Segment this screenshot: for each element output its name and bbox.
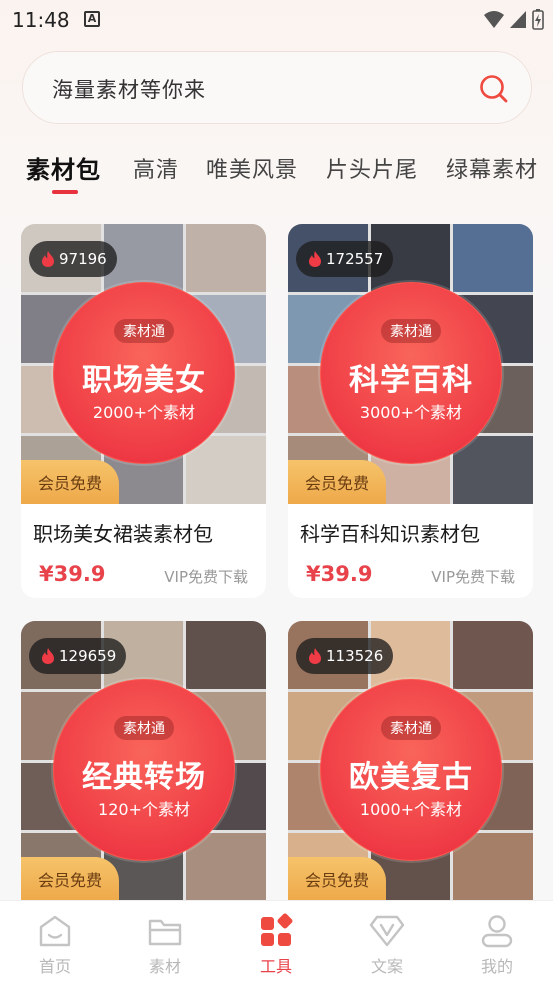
tools-icon	[261, 913, 293, 946]
nav-material[interactable]: 素材	[110, 901, 220, 984]
pack-count: 3000+个素材	[359, 403, 463, 422]
notification-icon: A	[84, 11, 100, 27]
pack-count: 1000+个素材	[359, 800, 463, 819]
fire-icon	[309, 251, 321, 267]
pack-tag: 素材通	[114, 716, 174, 740]
status-time: 11:48	[12, 8, 70, 32]
vip-download-label: VIP免费下载	[164, 568, 248, 586]
pack-circle: 素材通 欧美复古 1000+个素材	[320, 679, 502, 861]
hot-count: 113526	[326, 647, 384, 665]
pack-title: 经典转场	[82, 760, 206, 795]
signal-icon	[510, 11, 526, 28]
nav-label-copywriting: 文案	[370, 957, 403, 976]
nav-label-profile: 我的	[480, 957, 513, 976]
search-icon[interactable]	[479, 74, 509, 104]
member-free-badge: 会员免费	[21, 460, 119, 504]
nav-profile[interactable]: 我的	[442, 901, 552, 984]
search-placeholder: 海量素材等你来	[52, 78, 206, 102]
hot-count-badge: 97196	[29, 241, 117, 277]
pack-circle: 素材通 职场美女 2000+个素材	[53, 282, 235, 464]
hot-count: 97196	[59, 250, 107, 268]
tab-material-pack[interactable]: 素材包	[26, 150, 101, 185]
nav-label-tools: 工具	[259, 957, 292, 976]
pack-tag: 素材通	[381, 319, 441, 343]
card-price: ¥39.9	[306, 562, 373, 586]
folder-icon	[148, 919, 182, 946]
pack-circle: 素材通 科学百科 3000+个素材	[320, 282, 502, 464]
profile-icon	[481, 915, 513, 948]
category-tabs: 素材包 高清 唯美风景 片头片尾 绿幕素材	[0, 150, 553, 200]
status-icons	[483, 8, 545, 30]
hot-count-badge: 113526	[296, 638, 394, 674]
member-free-badge: 会员免费	[288, 460, 386, 504]
nav-copywriting[interactable]: 文案	[332, 901, 442, 984]
card-cover: 113526 素材通 欧美复古 1000+个素材 会员免费	[288, 621, 533, 901]
hot-count: 172557	[326, 250, 384, 268]
fire-icon	[42, 251, 54, 267]
card-title: 职场美女裙装素材包	[33, 522, 213, 546]
pack-tag: 素材通	[381, 716, 441, 740]
tab-scenery[interactable]: 唯美风景	[206, 152, 298, 184]
pack-tag: 素材通	[114, 319, 174, 343]
fire-icon	[42, 648, 54, 664]
vip-download-label: VIP免费下载	[431, 568, 515, 586]
battery-icon	[532, 9, 544, 30]
material-card[interactable]: 172557 素材通 科学百科 3000+个素材 会员免费 科学百科知识素材包 …	[288, 224, 533, 598]
tab-active-indicator	[52, 190, 78, 194]
fire-icon	[309, 648, 321, 664]
card-title: 科学百科知识素材包	[300, 522, 480, 546]
search-bar[interactable]: 海量素材等你来	[22, 51, 532, 124]
pack-title: 欧美复古	[349, 760, 473, 795]
nav-label-material: 素材	[148, 957, 181, 976]
pack-title: 职场美女	[82, 363, 206, 398]
nav-label-home: 首页	[38, 957, 71, 976]
wifi-icon	[484, 11, 504, 28]
card-price: ¥39.9	[39, 562, 106, 586]
nav-home[interactable]: 首页	[0, 901, 110, 984]
pack-count: 2000+个素材	[92, 403, 196, 422]
hot-count-badge: 172557	[296, 241, 394, 277]
tab-green-screen[interactable]: 绿幕素材	[446, 152, 538, 184]
pack-title: 科学百科	[349, 363, 473, 398]
hot-count: 129659	[59, 647, 117, 665]
tab-intro-outro[interactable]: 片头片尾	[326, 152, 418, 184]
member-free-badge: 会员免费	[288, 857, 386, 901]
hot-count-badge: 129659	[29, 638, 127, 674]
material-card[interactable]: 97196 素材通 职场美女 2000+个素材 会员免费 职场美女裙装素材包 ¥…	[21, 224, 266, 598]
nav-tools[interactable]: 工具	[221, 901, 331, 984]
pack-count: 120+个素材	[98, 800, 190, 819]
member-free-badge: 会员免费	[21, 857, 119, 901]
bottom-nav: 首页 素材 工具 文案 我的	[0, 900, 553, 984]
card-cover: 172557 素材通 科学百科 3000+个素材 会员免费	[288, 224, 533, 504]
status-bar: 11:48 A	[0, 0, 553, 40]
home-icon	[39, 915, 71, 947]
pack-circle: 素材通 经典转场 120+个素材	[53, 679, 235, 861]
copywriting-icon	[369, 915, 405, 947]
tab-hd[interactable]: 高清	[133, 152, 179, 184]
card-cover: 129659 素材通 经典转场 120+个素材 会员免费	[21, 621, 266, 901]
card-cover: 97196 素材通 职场美女 2000+个素材 会员免费	[21, 224, 266, 504]
